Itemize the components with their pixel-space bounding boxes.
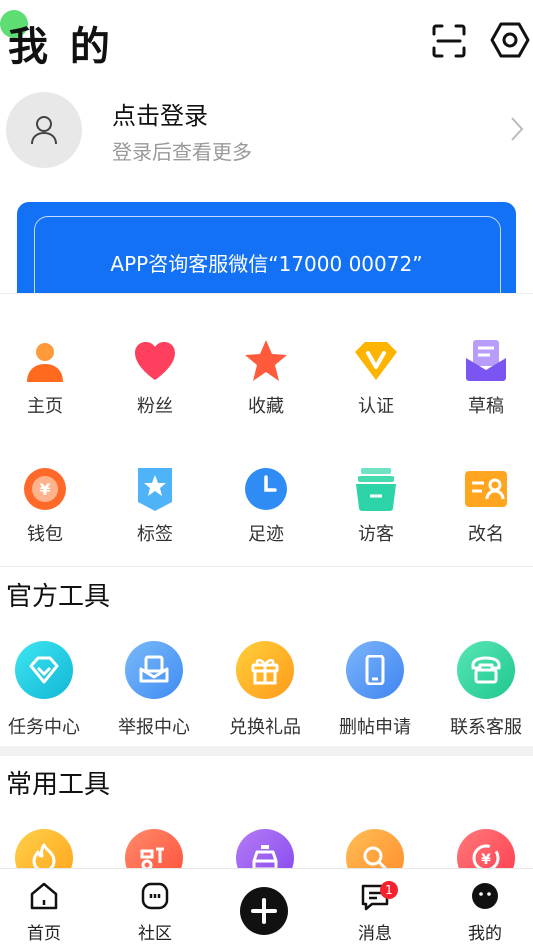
tool-contact-support[interactable]: 联系客服 [431,641,533,739]
section-title-common-tools: 常用工具 [6,770,111,800]
grid-label: 主页 [27,396,63,417]
nav-label: 消息 [358,924,392,944]
tool-task-center[interactable]: 任务中心 [0,641,99,739]
home-icon [30,882,58,910]
grid-item-fans[interactable]: 粉丝 [110,338,200,418]
task-diamond-icon [15,641,73,699]
heart-icon [135,342,175,380]
grid-item-wallet[interactable]: ¥ 钱包 [0,466,90,546]
grid-label: 钱包 [27,524,63,545]
user-icon [31,116,57,145]
message-count-badge: 1 [380,881,398,899]
report-icon [125,641,183,699]
scan-icon [432,24,466,58]
verified-v-icon [355,342,397,380]
login-subtitle: 登录后查看更多 [112,140,252,164]
section-title-official-tools: 官方工具 [6,582,111,612]
svg-text:¥: ¥ [39,480,50,499]
community-icon [141,882,169,910]
tool-report-center[interactable]: 举报中心 [99,641,209,739]
nav-item-home[interactable]: 首页 [14,881,74,944]
grid-label: 标签 [137,524,173,545]
grid-label: 草稿 [468,396,504,417]
visitor-icon [356,468,396,511]
tool-gift-exchange[interactable]: 兑换礼品 [210,641,320,739]
grid-label: 认证 [358,396,394,417]
grid-item-verify[interactable]: 认证 [331,338,421,418]
avatar[interactable] [6,92,82,168]
svg-text:¥: ¥ [481,852,491,868]
settings-hexagon-icon [490,22,530,58]
grid-item-home[interactable]: 主页 [0,338,90,418]
star-icon [245,340,287,381]
person-icon [27,343,63,382]
divider [0,293,533,294]
grid-item-visitors[interactable]: 访客 [331,466,421,546]
tool-label: 联系客服 [450,717,522,738]
grid-item-favorites[interactable]: 收藏 [221,338,311,418]
gift-icon [236,641,294,699]
profile-face-icon [472,883,498,909]
nav-add-button[interactable] [240,887,288,935]
telephone-icon [457,641,515,699]
tool-label: 举报中心 [118,717,190,738]
bottom-nav: 首页 社区 消息 1 我的 [0,868,533,948]
banner-text: APP咨询客服微信“17000 00072” [110,252,423,276]
grid-item-tags[interactable]: 标签 [110,466,200,546]
grid-label: 访客 [358,524,394,545]
tag-badge-icon [138,468,172,511]
clock-icon [245,468,287,510]
grid-item-drafts[interactable]: 草稿 [441,338,531,418]
settings-button[interactable] [490,20,530,60]
grid-label: 收藏 [248,396,284,417]
tool-label: 删帖申请 [339,717,411,738]
grid-label: 足迹 [248,524,284,545]
grid-item-footprint[interactable]: 足迹 [221,466,311,546]
nav-item-mine[interactable]: 我的 [455,881,515,944]
scan-button[interactable] [430,22,468,60]
phone-device-icon [346,641,404,699]
grid-label: 改名 [468,524,504,545]
tool-delete-post-request[interactable]: 删帖申请 [320,641,430,739]
grid-item-rename[interactable]: 改名 [441,466,531,546]
nav-label: 首页 [27,924,61,944]
login-link[interactable]: 点击登录 [112,96,208,131]
tool-label: 任务中心 [8,717,80,738]
wallet-coin-icon: ¥ [24,468,66,510]
page-title: 我 的 [8,24,114,70]
nav-label: 我的 [468,924,502,944]
divider [0,566,533,567]
chevron-right-icon[interactable] [510,116,524,146]
nav-label: 社区 [138,924,172,944]
draft-icon [466,340,506,381]
plus-icon [251,898,277,924]
nav-item-community[interactable]: 社区 [125,881,185,944]
section-separator [0,746,533,756]
rename-card-icon [465,471,507,507]
support-banner[interactable]: APP咨询客服微信“17000 00072” [17,202,516,294]
grid-label: 粉丝 [137,396,173,417]
tool-label: 兑换礼品 [229,717,301,738]
